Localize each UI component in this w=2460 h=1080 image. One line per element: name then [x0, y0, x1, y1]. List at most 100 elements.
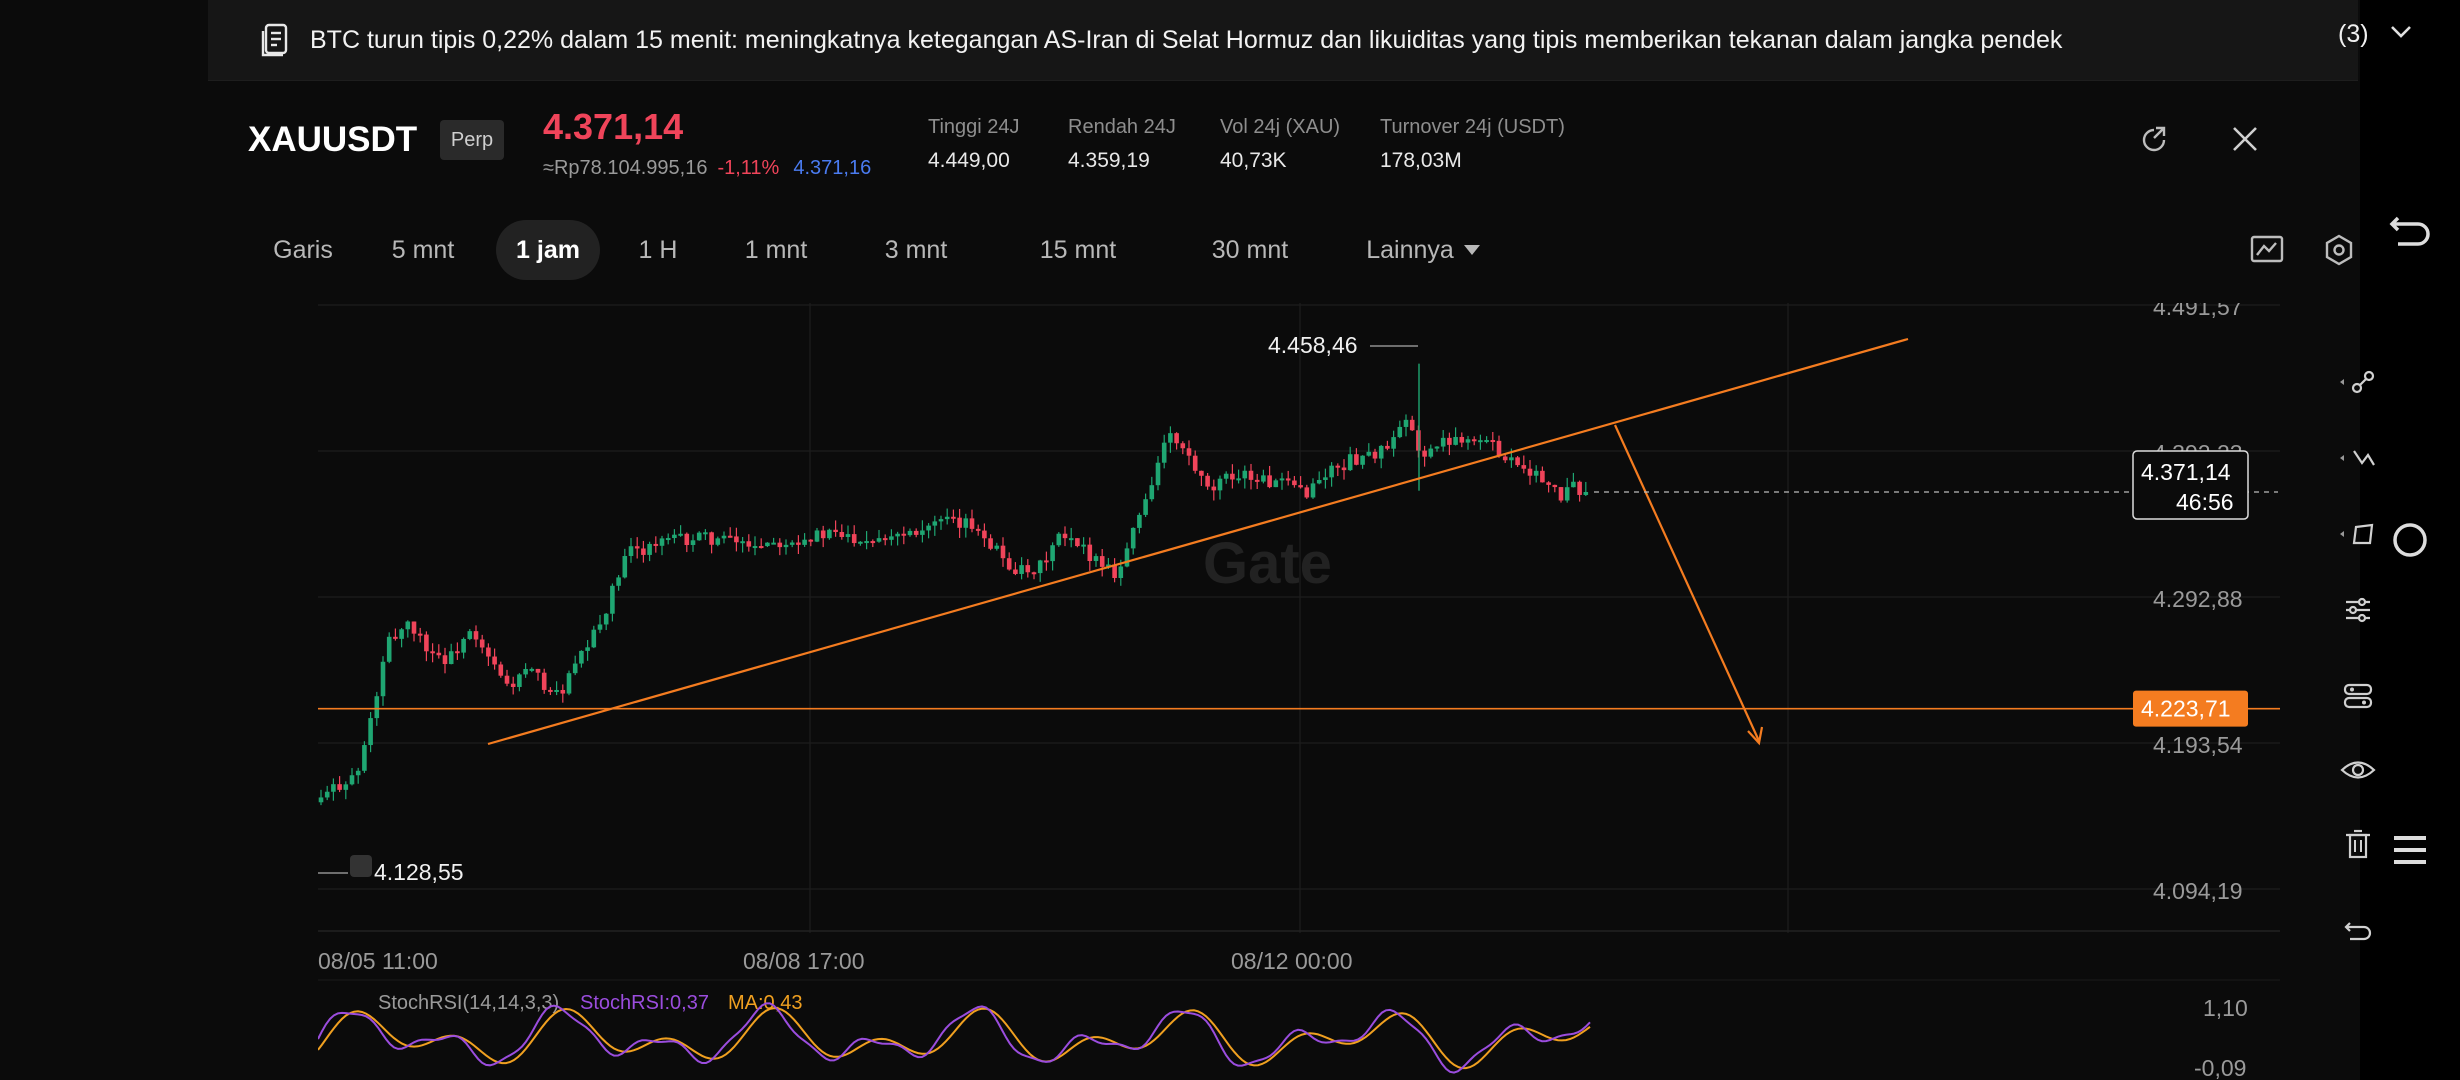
candle-body — [994, 545, 1000, 549]
candle-body — [603, 613, 609, 625]
candle-body — [647, 543, 652, 555]
candle-body — [1335, 465, 1341, 468]
candle-body — [845, 534, 851, 537]
candle-body — [827, 529, 832, 539]
candle-body — [467, 631, 473, 639]
candle-body — [1118, 566, 1124, 578]
tab-1m[interactable]: 1 mnt — [716, 220, 836, 280]
hline-price-label: 4.223,71 — [2141, 696, 2231, 722]
candle-body — [1205, 475, 1210, 487]
candle-body — [591, 629, 597, 648]
countdown-label: 46:56 — [2176, 489, 2234, 515]
candle-body — [796, 542, 801, 545]
stochrsi-axis-label: 1,10 — [2203, 995, 2248, 1021]
candle-body — [1217, 478, 1223, 491]
candle-body — [864, 541, 869, 544]
candle-body — [672, 534, 677, 539]
tab-3m[interactable]: 3 mnt — [856, 220, 976, 280]
indicator-settings-icon[interactable] — [2318, 580, 2398, 640]
tab-30m[interactable]: 30 mnt — [1180, 220, 1320, 280]
candle-body — [1087, 544, 1093, 562]
candle-body — [337, 784, 342, 790]
news-count: (3) — [2338, 20, 2369, 48]
tab-line[interactable]: Garis — [248, 220, 358, 280]
tab-5m[interactable]: 5 mnt — [368, 220, 478, 280]
candle-body — [461, 638, 466, 653]
candle-body — [597, 624, 603, 630]
candle-body — [1323, 477, 1328, 480]
news-text[interactable]: BTC turun tipis 0,22% dalam 15 menit: me… — [310, 26, 2062, 55]
visibility-eye-icon[interactable] — [2318, 740, 2398, 800]
candle-body — [1447, 437, 1452, 445]
candle-body — [610, 585, 615, 614]
pattern-tool-icon[interactable] — [2318, 428, 2398, 488]
back-nav-icon[interactable] — [2360, 200, 2460, 260]
candle-body — [783, 544, 789, 548]
candle-body — [1459, 436, 1465, 443]
price-chart[interactable]: Gate 4.491,574.392,234.292,884.193,544.0… — [318, 303, 2358, 1080]
candle-body — [777, 542, 783, 548]
candle-body — [1037, 560, 1043, 574]
candle-body — [386, 636, 392, 662]
candle-body — [1310, 483, 1316, 498]
stat-label: Tinggi 24J — [928, 116, 1020, 138]
candle-body — [907, 530, 913, 536]
news-banner[interactable]: BTC turun tipis 0,22% dalam 15 menit: me… — [208, 0, 2411, 81]
candle-body — [957, 517, 962, 528]
candle-body — [349, 775, 355, 785]
candle-body — [399, 629, 404, 639]
candle-body — [560, 689, 566, 694]
candle-body — [665, 538, 671, 541]
tab-1d[interactable]: 1 H — [618, 220, 698, 280]
candle-body — [368, 718, 373, 746]
price-change: -1,11% — [717, 157, 780, 179]
candle-body — [1137, 514, 1142, 528]
candle-body — [634, 546, 640, 549]
stat-value: 4.359,19 — [1068, 149, 1150, 172]
candle-body — [1509, 457, 1514, 461]
recents-nav-icon[interactable] — [2360, 820, 2460, 880]
share-icon[interactable] — [2138, 124, 2170, 161]
trendline-tool-icon[interactable] — [2318, 352, 2398, 412]
symbol-title[interactable]: XAUUSDT — [248, 120, 417, 160]
candle-body — [1360, 455, 1365, 465]
undo-icon[interactable] — [2318, 900, 2398, 960]
candle-body — [1372, 451, 1378, 459]
candle-body — [1515, 457, 1520, 466]
candle-body — [1422, 450, 1427, 457]
candle-body — [771, 542, 776, 545]
annotation-handle — [350, 855, 372, 877]
tab-1h[interactable]: 1 jam — [496, 220, 600, 280]
candle-body — [833, 529, 838, 533]
candle-body — [1527, 468, 1533, 476]
candle-body — [876, 538, 882, 542]
candle-body — [1279, 478, 1285, 481]
close-icon[interactable] — [2230, 124, 2260, 159]
drawing-settings-icon[interactable] — [2318, 666, 2398, 726]
candle-body — [1397, 426, 1403, 438]
candle-body — [473, 631, 479, 640]
candle-body — [727, 535, 733, 538]
candle-body — [740, 541, 745, 544]
candle-body — [1124, 548, 1130, 567]
chevron-down-icon[interactable] — [2388, 22, 2414, 47]
chart-layout-icon[interactable] — [2250, 234, 2284, 269]
stochrsi-label: StochRSI(14,14,3,3) — [378, 992, 559, 1014]
candle-body — [1471, 439, 1477, 442]
home-nav-icon[interactable] — [2360, 510, 2460, 570]
settings-icon[interactable] — [2324, 234, 2354, 271]
candle-body — [1013, 569, 1018, 574]
time-axis-label: 08/05 11:00 — [318, 948, 438, 974]
candle-body — [814, 530, 820, 542]
candle-body — [517, 674, 522, 687]
candle-body — [1248, 470, 1254, 480]
candle-body — [529, 668, 535, 671]
document-icon — [260, 22, 292, 58]
tab-15m[interactable]: 15 mnt — [1008, 220, 1148, 280]
tab-more[interactable]: Lainnya — [1348, 220, 1498, 280]
candle-body — [721, 535, 727, 539]
time-axis-label: 08/12 00:00 — [1231, 948, 1353, 974]
candle-body — [1403, 419, 1409, 427]
candle-body — [975, 528, 981, 531]
candle-body — [641, 548, 646, 555]
